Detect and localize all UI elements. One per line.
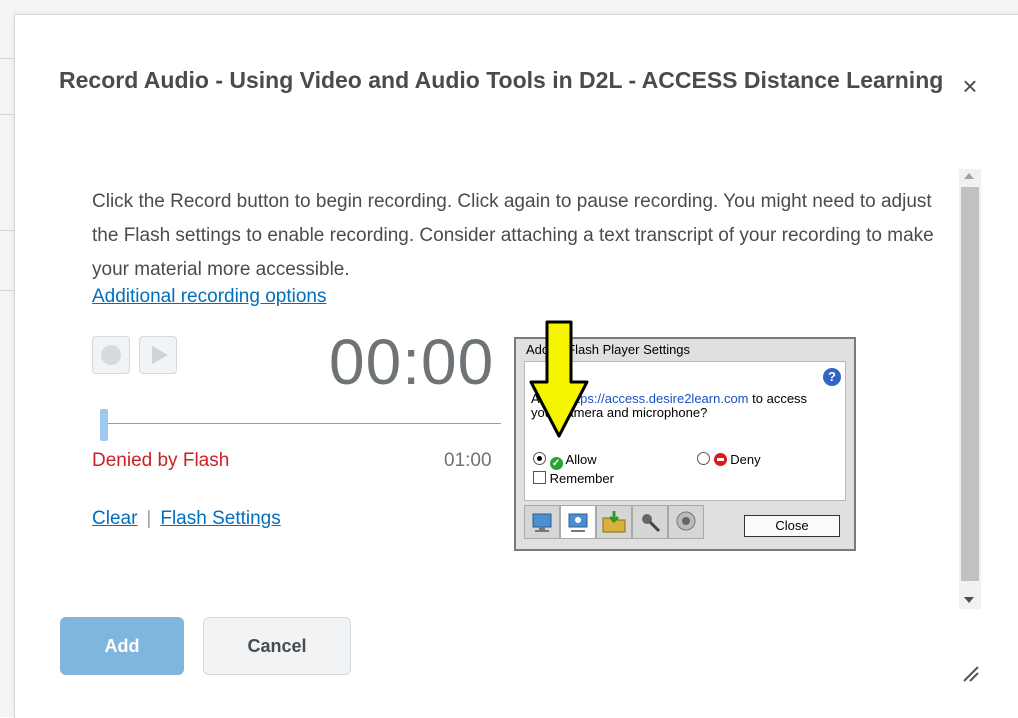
dialog-title: Record Audio - Using Video and Audio Too… (59, 67, 944, 93)
record-icon (101, 345, 121, 365)
recording-progress-handle[interactable] (100, 409, 108, 441)
flash-tab-privacy[interactable] (560, 505, 596, 539)
recording-status: Denied by Flash (92, 450, 230, 471)
record-button[interactable] (92, 336, 130, 374)
recording-timer: 00:00 (329, 326, 495, 398)
help-icon[interactable]: ? (823, 368, 841, 386)
background-divider (0, 290, 14, 291)
separator: | (146, 508, 152, 529)
flash-settings-link[interactable]: Flash Settings (160, 508, 280, 529)
background-divider (0, 230, 14, 231)
scroll-up-icon[interactable] (964, 173, 974, 179)
camera-icon (676, 511, 696, 531)
cancel-button[interactable]: Cancel (203, 617, 351, 675)
scroll-down-icon[interactable] (964, 597, 974, 603)
flash-tab-storage[interactable] (596, 505, 632, 539)
flash-tab-microphone[interactable] (632, 505, 668, 539)
flash-tabs (524, 505, 744, 539)
privacy-icon (568, 513, 588, 532)
close-icon[interactable]: × (957, 73, 983, 99)
additional-recording-options-link[interactable]: Additional recording options (92, 280, 327, 314)
remember-label: Remember (549, 471, 614, 486)
flash-tab-display[interactable] (524, 505, 560, 539)
clear-link[interactable]: Clear (92, 508, 137, 529)
content-scrollbar[interactable] (959, 169, 981, 609)
deny-option[interactable]: Deny (697, 452, 761, 468)
recorder-actions: Clear | Flash Settings (92, 505, 281, 533)
max-duration: 01:00 (444, 450, 492, 471)
add-button[interactable]: Add (60, 617, 184, 675)
background-divider (0, 58, 14, 59)
check-icon: ✓ (549, 457, 563, 470)
remember-option[interactable]: Remember (533, 471, 614, 487)
remember-checkbox[interactable] (533, 471, 546, 484)
site-url: https://access.desire2learn.com (565, 391, 749, 406)
resize-handle-icon[interactable] (960, 663, 980, 683)
play-button[interactable] (139, 336, 177, 374)
dialog-content: Click the Record button to begin recordi… (59, 155, 959, 600)
display-icon (532, 513, 552, 532)
allow-option[interactable]: ✓ Allow (533, 452, 597, 470)
recording-instructions: Click the Record button to begin recordi… (92, 191, 934, 280)
background-divider (0, 114, 14, 115)
microphone-icon (642, 514, 661, 533)
flash-tab-camera[interactable] (668, 505, 704, 539)
deny-label: Deny (730, 452, 761, 467)
record-audio-dialog: Record Audio - Using Video and Audio Too… (14, 14, 1018, 718)
recording-progress-track (101, 423, 501, 424)
allow-radio[interactable] (533, 452, 546, 465)
scrollbar-thumb[interactable] (961, 187, 979, 581)
allow-label: Allow (565, 452, 597, 467)
flash-close-button[interactable]: Close (744, 515, 840, 537)
deny-radio[interactable] (697, 452, 710, 465)
storage-icon (602, 511, 626, 533)
yellow-arrow-icon (529, 320, 589, 438)
deny-icon (713, 453, 727, 466)
play-icon (152, 346, 168, 364)
